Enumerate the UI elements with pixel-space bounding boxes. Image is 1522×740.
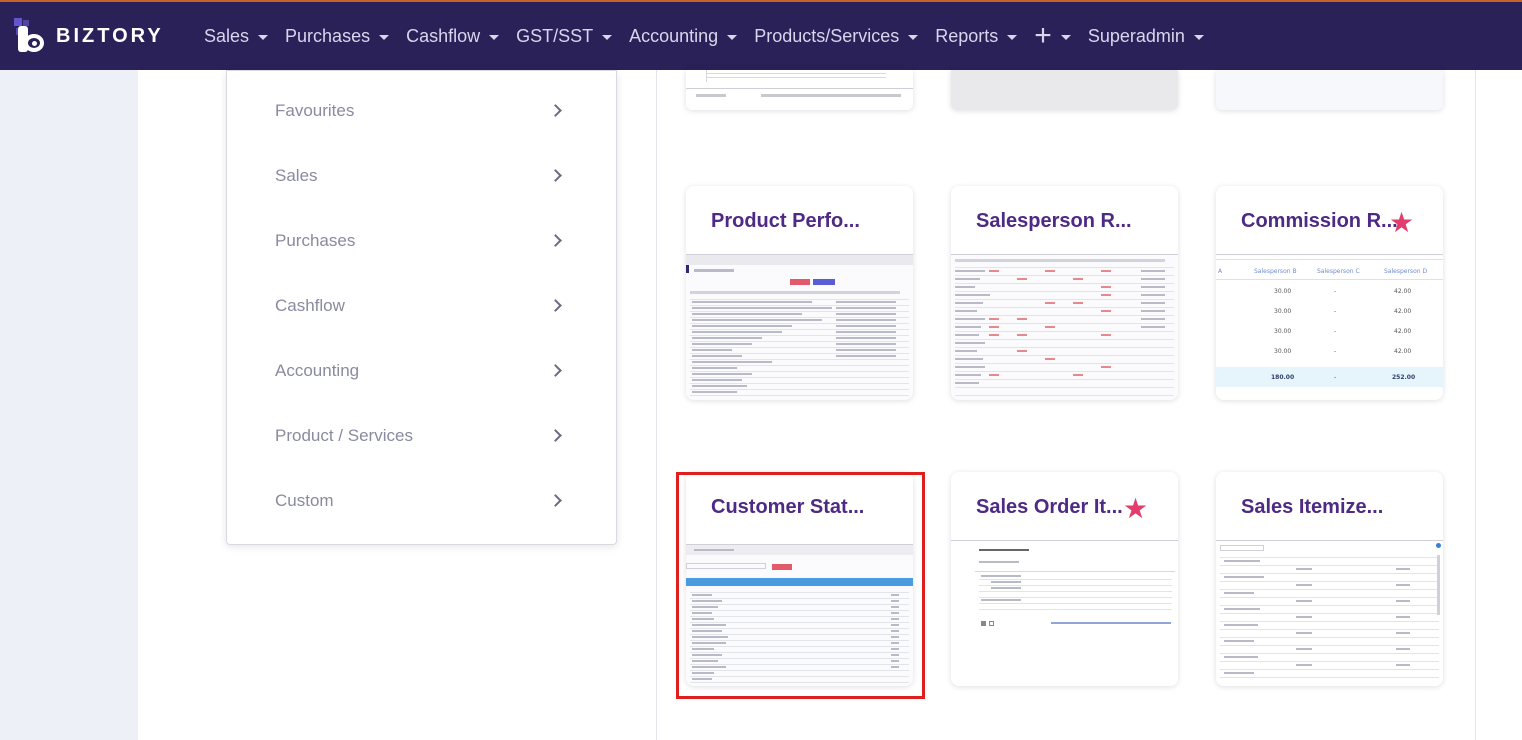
caret-down-icon: [489, 34, 500, 40]
nav-gst-sst-label: GST/SST: [516, 25, 594, 46]
caret-down-icon: [1007, 34, 1018, 40]
brand-logo[interactable]: BIZTORY: [14, 18, 204, 54]
menu-item-custom[interactable]: Custom: [227, 468, 616, 533]
menu-item-product-services[interactable]: Product / Services: [227, 403, 616, 468]
menu-item-label: Custom: [275, 490, 334, 510]
nav-superadmin[interactable]: Superadmin: [1088, 26, 1204, 47]
report-card-salesperson[interactable]: Salesperson R...: [951, 186, 1178, 400]
star-icon[interactable]: ★: [1123, 492, 1148, 525]
card-title: Commission R...: [1241, 210, 1398, 232]
menu-item-label: Accounting: [275, 360, 360, 380]
card-title: Sales Order It...: [976, 496, 1123, 518]
chevron-right-icon: [549, 494, 562, 507]
nav-gst-sst[interactable]: GST/SST: [516, 25, 613, 47]
brand-name: BIZTORY: [56, 24, 164, 47]
report-card-sales-order-itemized[interactable]: Sales Order It... ★: [951, 472, 1178, 686]
plus-icon: +: [1034, 19, 1052, 52]
menu-item-label: Favourites: [275, 100, 355, 120]
menu-item-label: Product / Services: [275, 425, 413, 445]
preview-header: Salesperson D: [1384, 268, 1428, 275]
nav-sales[interactable]: Sales: [204, 25, 269, 47]
caret-down-icon: [602, 34, 613, 40]
star-icon[interactable]: ★: [1389, 206, 1414, 239]
caret-down-icon: [1060, 34, 1071, 40]
report-card-sales-itemized[interactable]: Sales Itemize...: [1216, 472, 1443, 686]
chevron-right-icon: [549, 104, 562, 117]
selection-highlight: [676, 472, 925, 699]
card-title: Product Perfo...: [711, 210, 860, 232]
caret-down-icon: [1193, 34, 1204, 40]
report-card-partial[interactable]: [951, 70, 1178, 110]
menu-item-label: Purchases: [275, 230, 356, 250]
biztory-logo-icon: [14, 18, 50, 54]
caret-down-icon: [727, 34, 738, 40]
reports-dropdown-menu: Favourites Sales Purchases Cashflow Acco…: [226, 70, 617, 545]
menu-item-purchases[interactable]: Purchases: [227, 208, 616, 273]
card-title: Salesperson R...: [976, 210, 1132, 232]
menu-item-label: Sales: [275, 165, 318, 185]
nav-cashflow-label: Cashflow: [406, 25, 481, 46]
menu-item-sales[interactable]: Sales: [227, 143, 616, 208]
report-card-product-performance[interactable]: Product Perfo...: [686, 186, 913, 400]
chevron-right-icon: [549, 234, 562, 247]
nav-quick-add[interactable]: +: [1034, 19, 1071, 52]
nav-products-services[interactable]: Products/Services: [754, 25, 919, 47]
top-navbar: BIZTORY Sales Purchases Cashflow GST/SST…: [0, 0, 1522, 70]
menu-item-cashflow[interactable]: Cashflow: [227, 273, 616, 338]
report-preview: [951, 254, 1178, 400]
page-background: [0, 70, 138, 740]
chevron-right-icon: [549, 169, 562, 182]
report-preview: [1216, 540, 1443, 686]
report-preview: [951, 540, 1178, 686]
nav-purchases[interactable]: Purchases: [285, 25, 390, 47]
menu-item-label: Cashflow: [275, 295, 345, 315]
report-card-partial[interactable]: [1216, 70, 1443, 110]
preview-header: Salesperson C: [1317, 268, 1360, 275]
caret-down-icon: [908, 34, 919, 40]
nav-reports[interactable]: Reports: [935, 25, 1018, 47]
caret-down-icon: [379, 34, 390, 40]
report-preview: A Salesperson B Salesperson C Salesperso…: [1216, 254, 1443, 400]
nav-accounting-label: Accounting: [629, 25, 719, 46]
chevron-right-icon: [549, 429, 562, 442]
chevron-right-icon: [549, 364, 562, 377]
nav-cashflow[interactable]: Cashflow: [406, 25, 500, 47]
report-card-commission[interactable]: Commission R... ★ A Salesperson B Salesp…: [1216, 186, 1443, 400]
nav-reports-label: Reports: [935, 25, 999, 46]
report-preview: [686, 254, 913, 400]
nav-accounting[interactable]: Accounting: [629, 25, 738, 47]
menu-item-favourites[interactable]: Favourites: [227, 78, 616, 143]
menu-item-accounting[interactable]: Accounting: [227, 338, 616, 403]
preview-header: Salesperson B: [1254, 268, 1297, 275]
nav-purchases-label: Purchases: [285, 25, 371, 46]
nav-sales-label: Sales: [204, 25, 250, 46]
chevron-right-icon: [549, 299, 562, 312]
nav-superadmin-label: Superadmin: [1087, 25, 1185, 46]
caret-down-icon: [258, 34, 269, 40]
nav-products-services-label: Products/Services: [754, 25, 900, 46]
card-title: Sales Itemize...: [1241, 496, 1384, 518]
report-card-partial[interactable]: [686, 70, 913, 110]
